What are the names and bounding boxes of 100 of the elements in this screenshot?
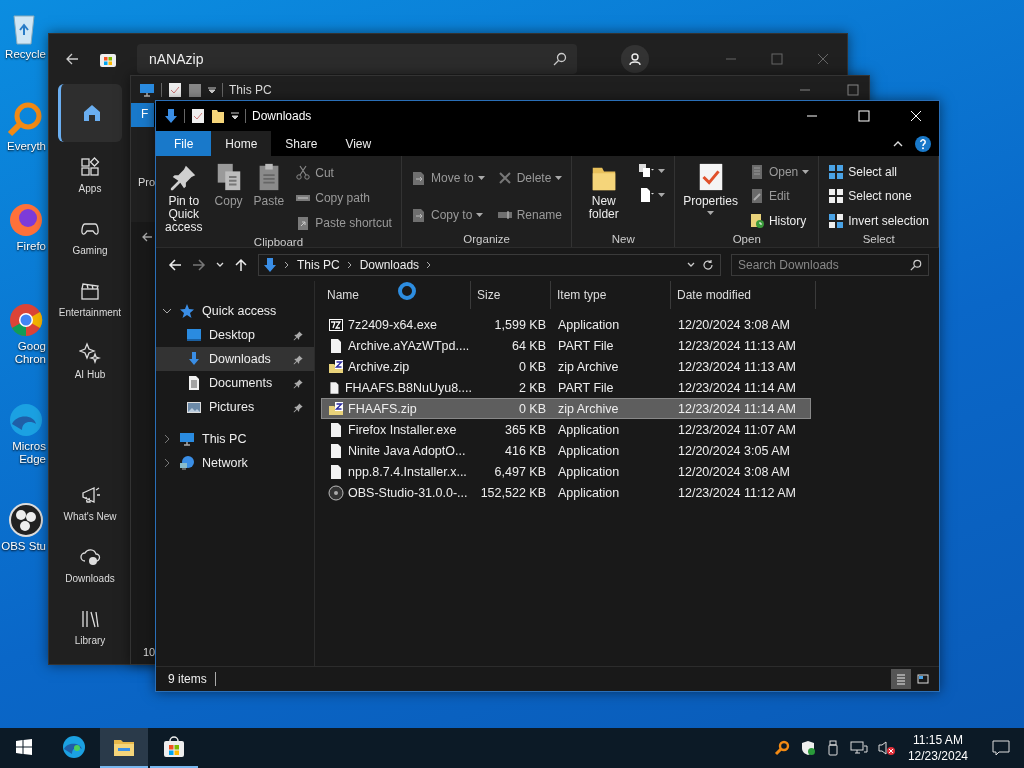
shield-icon[interactable] xyxy=(799,740,816,756)
sparkle-icon xyxy=(79,342,101,364)
file-name: 7z2409-x64.exe xyxy=(348,317,437,332)
address-bar[interactable]: This PC Downloads xyxy=(258,253,721,276)
picture-icon xyxy=(186,399,202,415)
tree-item[interactable]: Desktop xyxy=(156,323,314,347)
breadcrumb-item[interactable]: Downloads xyxy=(359,257,420,272)
tree-item[interactable]: Pictures xyxy=(156,395,314,419)
chevron-down-icon[interactable] xyxy=(216,260,224,269)
ribbon-button[interactable]: Properties xyxy=(679,160,742,233)
file-row[interactable]: Archive.zip 0 KB zip Archive 12/23/2024 11:13 AM xyxy=(321,356,811,377)
search-field[interactable]: Search Downloads xyxy=(731,253,929,276)
user-icon xyxy=(628,52,642,66)
clock-button[interactable]: 11:15 AM 12/23/2024 xyxy=(907,732,968,764)
move-icon xyxy=(410,170,427,187)
desktop-icon-label: Firefo xyxy=(16,240,46,253)
network-icon xyxy=(179,455,195,471)
speaker-muted-icon[interactable] xyxy=(877,740,896,756)
dropdown-icon[interactable] xyxy=(231,112,239,120)
search-field[interactable]: nANAzip xyxy=(137,44,577,74)
ribbon-button[interactable]: Select none xyxy=(826,187,931,206)
nav-item[interactable] xyxy=(58,84,122,142)
ribbon-button[interactable]: History xyxy=(746,211,812,230)
chevron-icon[interactable] xyxy=(162,306,172,316)
partial-ribbon-tab[interactable]: F xyxy=(131,103,155,127)
close-icon[interactable] xyxy=(817,53,829,65)
file-date: 12/23/2024 11:14 AM xyxy=(677,380,797,395)
back-arrow-icon[interactable] xyxy=(65,52,79,66)
checklist-icon[interactable] xyxy=(191,108,205,124)
chevron-icon[interactable] xyxy=(162,458,172,468)
nav-item[interactable]: AI Hub xyxy=(58,332,122,390)
select-none-icon xyxy=(828,188,845,205)
window-title: This PC xyxy=(229,82,272,97)
checklist-icon xyxy=(168,81,182,98)
file-name: OBS-Studio-31.0.0-... xyxy=(348,485,468,500)
nav-item[interactable]: Downloads xyxy=(58,536,122,594)
column-header[interactable]: Size xyxy=(471,281,551,309)
usb-drive-icon[interactable] xyxy=(825,740,840,756)
archive-app-icon xyxy=(328,316,344,333)
file-date: 12/23/2024 11:12 AM xyxy=(677,485,797,500)
network-icon[interactable] xyxy=(849,740,868,756)
column-header[interactable]: Name xyxy=(321,281,471,309)
ribbon-button[interactable]: Pin to Quick access xyxy=(160,160,208,236)
details-view-button[interactable] xyxy=(891,669,911,689)
ribbon-button[interactable] xyxy=(636,162,668,180)
notification-icon[interactable] xyxy=(992,740,1010,756)
back-arrow-icon[interactable] xyxy=(141,231,153,243)
refresh-icon[interactable] xyxy=(702,258,714,271)
file-type: zip Archive xyxy=(557,359,620,374)
chevron-down-icon[interactable] xyxy=(687,260,695,269)
help-icon[interactable] xyxy=(915,135,931,152)
breadcrumb-item[interactable]: This PC xyxy=(297,257,340,272)
dropdown-icon[interactable] xyxy=(208,85,216,94)
file-row[interactable]: Ninite Java AdoptO... 416 KB Application 12/20/2024 3:05 AM xyxy=(321,440,811,461)
tree-item[interactable]: This PC xyxy=(156,427,314,451)
up-arrow-icon[interactable] xyxy=(234,257,248,272)
account-button[interactable] xyxy=(621,45,649,73)
desktop-icon-label: Chron xyxy=(14,353,46,366)
ribbon-tab[interactable]: Share xyxy=(271,131,332,156)
file-row[interactable]: Archive.aYAzWTpd.... 64 KB PART File 12/23/2024 11:13 AM xyxy=(321,335,811,356)
nav-item[interactable]: Gaming xyxy=(58,208,122,266)
file-row[interactable]: npp.8.7.4.Installer.x... 6,497 KB Application 12/20/2024 3:08 AM xyxy=(321,461,811,482)
ribbon-tab[interactable]: File xyxy=(156,131,212,156)
file-row[interactable]: Firefox Installer.exe 365 KB Application 12/23/2024 11:07 AM xyxy=(321,419,811,440)
file-size: 0 KB xyxy=(517,359,547,374)
file-type: zip Archive xyxy=(557,401,620,416)
file-type: Application xyxy=(557,464,621,479)
magnifier-icon[interactable] xyxy=(773,740,790,756)
tree-item[interactable]: Documents xyxy=(156,371,314,395)
nav-item[interactable]: What's New xyxy=(58,474,122,532)
close-icon xyxy=(910,110,922,122)
ribbon-label: Pro xyxy=(138,176,156,188)
maximize-icon[interactable] xyxy=(847,83,859,96)
chevron-icon[interactable] xyxy=(162,434,172,444)
ribbon-button[interactable]: Invert selection xyxy=(826,211,931,230)
file-row[interactable]: OBS-Studio-31.0.0-... 152,522 KB Application 12/23/2024 11:12 AM xyxy=(321,482,811,503)
ribbon-button[interactable]: New folder xyxy=(576,160,632,233)
column-header[interactable]: Date modified xyxy=(671,281,816,309)
chevron-right-icon xyxy=(284,260,290,269)
forward-arrow-icon[interactable] xyxy=(192,257,206,272)
ribbon-tab[interactable]: Home xyxy=(211,131,272,156)
nav-item[interactable]: Library xyxy=(58,598,122,656)
tree-item[interactable]: Downloads xyxy=(156,347,314,371)
ribbon-tab[interactable]: View xyxy=(331,131,386,156)
file-row[interactable]: 7z2409-x64.exe 1,599 KB Application 12/20/2024 3:08 AM xyxy=(321,314,811,335)
nav-item[interactable]: Entertainment xyxy=(58,270,122,328)
ribbon-button[interactable]: Select all xyxy=(826,163,931,182)
tree-item[interactable]: Network xyxy=(156,451,314,475)
easy-access-icon xyxy=(638,187,655,203)
new-item-icon xyxy=(638,163,655,179)
file-row[interactable]: FHAAFS.zip 0 KB zip Archive 12/23/2024 11:14 AM xyxy=(321,398,811,419)
download-arrow-icon xyxy=(263,256,277,273)
desktop-icon-label: Micros xyxy=(12,440,46,453)
column-header[interactable]: Item type xyxy=(551,281,671,309)
file-type: Application xyxy=(557,485,621,500)
disc-icon xyxy=(328,484,344,501)
nav-item[interactable]: Apps xyxy=(58,146,122,204)
file-row[interactable]: FHAAFS.B8NuUyu8.... 2 KB PART File 12/23/2024 11:14 AM xyxy=(321,377,811,398)
taskbar-app-button[interactable] xyxy=(100,728,148,768)
tree-item[interactable]: Quick access xyxy=(156,299,314,323)
